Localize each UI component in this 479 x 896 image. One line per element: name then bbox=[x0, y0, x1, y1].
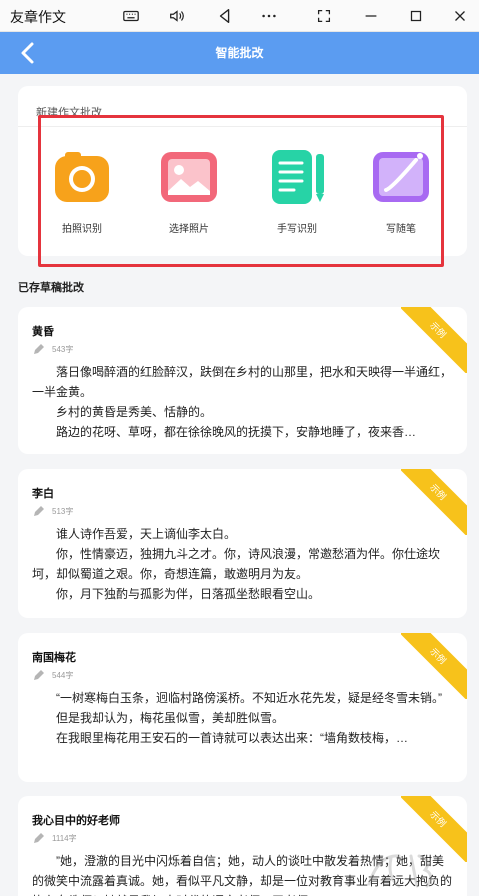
draft-meta: 544字 bbox=[32, 668, 73, 682]
draft-excerpt: 谁人诗作吾爱，天上谪仙李太白。 你，性情豪迈，独拥九斗之才。你，诗风浪漫，常邀愁… bbox=[32, 524, 453, 604]
highlight-box bbox=[38, 115, 444, 267]
draft-title: 南国梅花 bbox=[32, 652, 76, 664]
draft-meta: 1114字 bbox=[32, 831, 77, 845]
app-header: 智能批改 bbox=[0, 32, 479, 74]
draft-title: 黄昏 bbox=[32, 326, 54, 338]
excerpt-line: 在我眼里梅花用王安石的一首诗就可以表达出来：“墙角数枝梅，… bbox=[56, 731, 408, 745]
keyboard-icon[interactable] bbox=[118, 4, 144, 28]
excerpt-line: 谁人诗作吾爱，天上谪仙李太白。 bbox=[56, 527, 237, 541]
window-title: 友章作文 bbox=[10, 9, 66, 25]
word-count: 544字 bbox=[52, 670, 74, 680]
pencil-icon bbox=[34, 670, 44, 680]
close-icon[interactable] bbox=[447, 4, 473, 28]
draft-excerpt: 落日像喝醉酒的红脸醉汉，趺倒在乡村的山那里，把水和天映得一半通红，一半金黄。 乡… bbox=[32, 362, 453, 442]
more-icon[interactable] bbox=[256, 4, 282, 28]
screenshot-icon[interactable] bbox=[311, 4, 337, 28]
draft-card[interactable]: 示例 李白 513字 谁人诗作吾爱，天上谪仙李太白。 你，性情豪迈，独拥九斗之才… bbox=[18, 469, 467, 618]
drafts-section-title: 已存草稿批改 bbox=[18, 282, 84, 294]
word-count: 1114字 bbox=[52, 833, 77, 843]
excerpt-line: 乡村的黄昏是秀美、恬静的。 bbox=[56, 405, 213, 419]
draft-meta: 513字 bbox=[32, 504, 73, 518]
excerpt-line: 你，月下独酌与孤影为伴，日落孤坐愁眼看空山。 bbox=[56, 587, 321, 601]
watermark-logo bbox=[367, 854, 432, 888]
excerpt-line: 你，性情豪迈，独拥九斗之才。你，诗风浪漫，常邀愁酒为伴。你仕途坎坷，却似蜀道之艰… bbox=[32, 547, 441, 581]
excerpt-line: 落日像喝醉酒的红脸醉汉，趺倒在乡村的山那里，把水和天映得一半通红，一半金黄。 bbox=[32, 365, 453, 399]
excerpt-line: “一树寒梅白玉条，迥临村路傍溪桥。不知近水花先发，疑是经冬雪未销。” bbox=[56, 691, 442, 705]
draft-card[interactable]: 示例 黄昏 543字 落日像喝醉酒的红脸醉汉，趺倒在乡村的山那里，把水和天映得一… bbox=[18, 307, 467, 454]
pencil-icon bbox=[34, 833, 44, 843]
maximize-icon[interactable] bbox=[403, 4, 429, 28]
excerpt-line: 但是我却认为，梅花虽似雪，美却胜似雪。 bbox=[56, 711, 285, 725]
pencil-icon bbox=[34, 506, 44, 516]
draft-card[interactable]: 示例 南国梅花 544字 “一树寒梅白玉条，迥临村路傍溪桥。不知近水花先发，疑是… bbox=[18, 633, 467, 782]
excerpt-line: 路边的花呀、草呀，都在徐徐晚风的抚摸下，安静地睡了，夜来香… bbox=[56, 425, 417, 439]
word-count: 513字 bbox=[52, 506, 74, 516]
minimize-icon[interactable] bbox=[358, 4, 384, 28]
draft-meta: 543字 bbox=[32, 342, 73, 356]
window-titlebar: 友章作文 bbox=[0, 0, 479, 32]
back-triangle-icon[interactable] bbox=[212, 4, 238, 28]
page-title: 智能批改 bbox=[215, 46, 264, 60]
word-count: 543字 bbox=[52, 344, 74, 354]
draft-title: 我心目中的好老师 bbox=[32, 815, 120, 827]
draft-title: 李白 bbox=[32, 488, 54, 500]
draft-excerpt: “一树寒梅白玉条，迥临村路傍溪桥。不知近水花先发，疑是经冬雪未销。” 但是我却认… bbox=[32, 688, 453, 748]
volume-icon[interactable] bbox=[164, 4, 190, 28]
pencil-icon bbox=[34, 344, 44, 354]
